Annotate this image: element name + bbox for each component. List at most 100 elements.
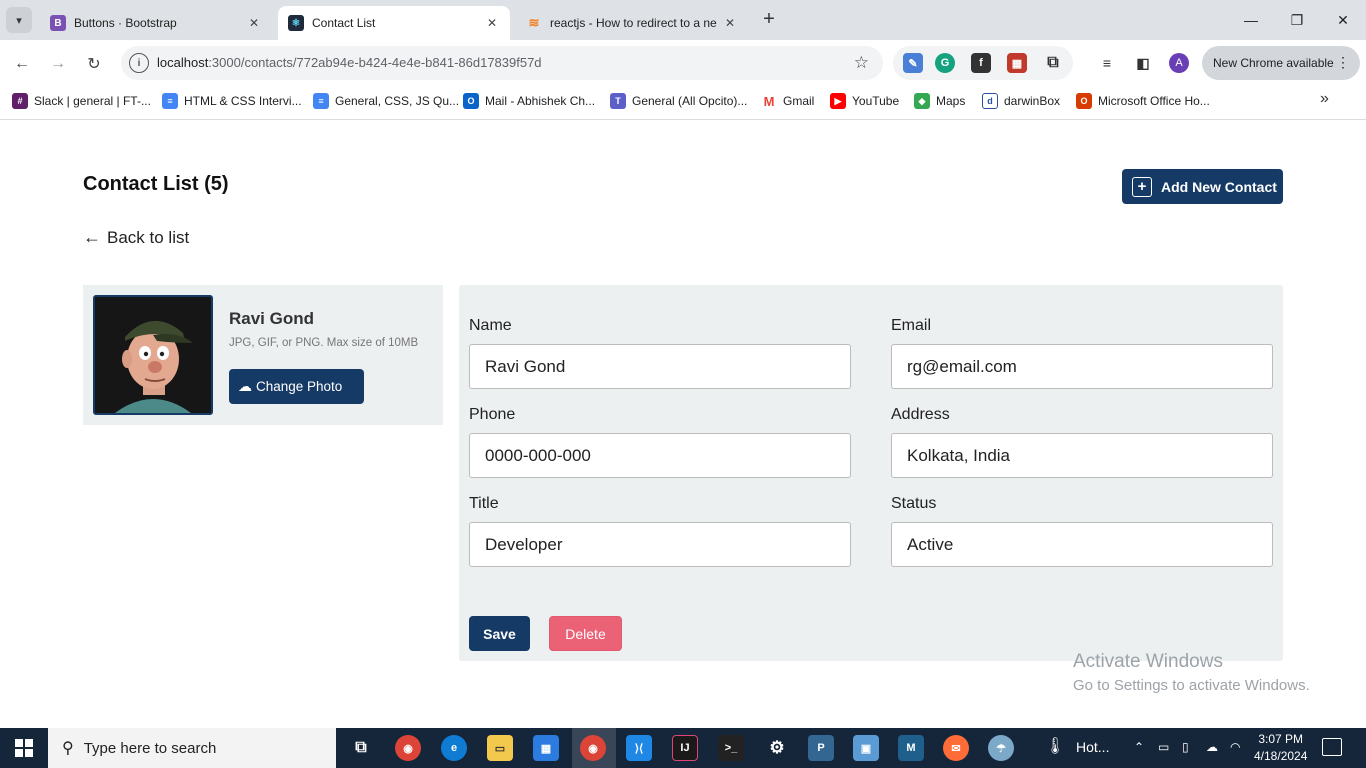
add-button-label: Add New Contact	[1161, 178, 1277, 195]
search-icon: ⚲	[62, 740, 74, 757]
add-new-contact-button[interactable]: + Add New Contact	[1122, 169, 1283, 204]
address-input[interactable]: Kolkata, India	[891, 433, 1273, 478]
bookmark-slack[interactable]: # Slack | general | FT-...	[12, 92, 151, 110]
bookmark-star-icon[interactable]: ☆	[854, 53, 869, 73]
bookmark-mail[interactable]: O Mail - Abhishek Ch...	[463, 92, 595, 110]
intellij-icon[interactable]: IJ	[672, 735, 698, 761]
minimize-button[interactable]: —	[1228, 0, 1274, 40]
settings-icon[interactable]: ⚙	[764, 735, 790, 761]
chrome-taskbar-icon[interactable]: ◉	[395, 735, 421, 761]
reload-icon[interactable]: ↻	[82, 52, 106, 76]
screen-icon[interactable]: ▣	[853, 735, 879, 761]
edge-icon[interactable]: e	[441, 735, 467, 761]
tab-bootstrap[interactable]: B Buttons · Bootstrap ✕	[40, 6, 272, 40]
bookmark-youtube[interactable]: ▶ YouTube	[830, 92, 899, 110]
react-icon: ⚛	[288, 15, 304, 31]
tab-title: reactjs - How to redirect to a ne	[550, 16, 717, 30]
notification-icon[interactable]	[1322, 738, 1342, 756]
back-to-list-link[interactable]: ← Back to list	[83, 227, 189, 248]
puzzle-icon[interactable]: ⧉	[1043, 53, 1063, 73]
weather-icon[interactable]: 🌡	[1045, 736, 1065, 756]
profile-photo-card: Ravi Gond JPG, GIF, or PNG. Max size of …	[83, 285, 443, 425]
maps-icon: ◆	[914, 93, 930, 109]
close-tab-icon[interactable]: ✕	[722, 15, 738, 31]
formula-extension-icon[interactable]: f	[971, 53, 991, 73]
chrome-profile-icon[interactable]: ◉	[580, 735, 606, 761]
extension-icon[interactable]: ✎	[903, 53, 923, 73]
tab-search-button[interactable]: ▾	[6, 7, 32, 33]
update-label: New Chrome available	[1213, 56, 1334, 70]
close-window-button[interactable]: ✕	[1320, 0, 1366, 40]
taskbar-search-box[interactable]: ⚲ Type here to search	[48, 728, 336, 768]
forward-icon[interactable]: →	[46, 52, 70, 76]
contact-name: Ravi Gond	[229, 309, 315, 328]
terminal-icon[interactable]: >_	[718, 735, 744, 761]
store-icon[interactable]: ▦	[533, 735, 559, 761]
tab-title: Buttons · Bootstrap	[74, 16, 177, 30]
phone-input[interactable]: 0000-000-000	[469, 433, 851, 478]
bookmark-maps[interactable]: ◆ Maps	[914, 92, 965, 110]
site-info-icon[interactable]: i	[129, 53, 149, 73]
cloud-upload-icon: ☁	[238, 378, 252, 394]
more-bookmarks-icon[interactable]: »	[1320, 90, 1329, 108]
save-button[interactable]: Save	[469, 616, 530, 651]
extension-icon[interactable]: ▦	[1007, 53, 1027, 73]
docs-icon: ≡	[313, 93, 329, 109]
bookmark-gmail[interactable]: M Gmail	[761, 92, 815, 110]
task-view-icon[interactable]: ⧉	[348, 735, 374, 761]
battery-icon[interactable]: ▯	[1182, 740, 1189, 754]
search-placeholder: Type here to search	[83, 739, 217, 757]
change-photo-button[interactable]: ☁ Change Photo	[229, 369, 364, 404]
close-tab-icon[interactable]: ✕	[246, 15, 262, 31]
contact-avatar	[93, 295, 213, 415]
status-label: Status	[891, 495, 937, 512]
bookmark-html-css[interactable]: ≡ HTML & CSS Intervi...	[162, 92, 302, 110]
system-clock[interactable]: 3:07 PM 4/18/2024	[1254, 731, 1307, 765]
page-title: Contact List (5)	[83, 173, 229, 195]
chrome-update-button[interactable]: New Chrome available ⋮	[1202, 46, 1360, 80]
close-tab-icon[interactable]: ✕	[484, 15, 500, 31]
address-bar[interactable]: i localhost:3000/contacts/772ab94e-b424-…	[121, 46, 883, 80]
mysql-icon[interactable]: M	[898, 735, 924, 761]
office-icon: O	[1076, 93, 1092, 109]
back-icon[interactable]: ←	[10, 52, 34, 76]
tab-reactjs[interactable]: ≋ reactjs - How to redirect to a ne ✕	[516, 6, 748, 40]
phone-label: Phone	[469, 406, 516, 423]
profile-avatar[interactable]: A	[1169, 53, 1189, 73]
media-control-icon[interactable]: ≡	[1097, 53, 1117, 73]
app-icon[interactable]: ☂	[988, 735, 1014, 761]
windows-start-button[interactable]	[0, 728, 48, 768]
wifi-icon[interactable]: ◠	[1230, 740, 1240, 754]
plus-square-icon: +	[1132, 176, 1152, 197]
weather-text[interactable]: Hot...	[1076, 739, 1109, 755]
slack-icon: #	[12, 93, 28, 109]
postgres-icon[interactable]: P	[808, 735, 834, 761]
new-tab-button[interactable]: +	[758, 8, 780, 30]
bookmark-darwinbox[interactable]: d darwinBox	[982, 92, 1060, 110]
file-explorer-icon[interactable]: ▭	[487, 735, 513, 761]
grammarly-icon[interactable]: G	[935, 53, 955, 73]
tab-title: Contact List	[312, 16, 376, 30]
name-label: Name	[469, 317, 512, 334]
bookmark-general-css[interactable]: ≡ General, CSS, JS Qu...	[313, 92, 459, 110]
network-icon[interactable]: ▭	[1158, 740, 1169, 754]
bookmark-teams[interactable]: T General (All Opcito)...	[610, 92, 747, 110]
email-input[interactable]: rg@email.com	[891, 344, 1273, 389]
delete-button[interactable]: Delete	[549, 616, 622, 651]
docs-icon: ≡	[162, 93, 178, 109]
side-panel-icon[interactable]: ◧	[1133, 53, 1153, 73]
bookmark-office[interactable]: O Microsoft Office Ho...	[1076, 92, 1210, 110]
onedrive-icon[interactable]: ☁	[1206, 740, 1218, 754]
name-input[interactable]: Ravi Gond	[469, 344, 851, 389]
menu-dots-icon[interactable]: ⋮	[1336, 54, 1350, 71]
status-input[interactable]: Active	[891, 522, 1273, 567]
address-label: Address	[891, 406, 950, 423]
tab-contact-list[interactable]: ⚛ Contact List ✕	[278, 6, 510, 40]
vscode-icon[interactable]: ⟩⟨	[626, 735, 652, 761]
chevron-up-icon[interactable]: ⌃	[1134, 740, 1144, 754]
restore-button[interactable]: ❐	[1274, 0, 1320, 40]
postman-icon[interactable]: ✉	[943, 735, 969, 761]
title-input[interactable]: Developer	[469, 522, 851, 567]
windows-logo-icon	[15, 739, 33, 757]
email-label: Email	[891, 317, 932, 334]
